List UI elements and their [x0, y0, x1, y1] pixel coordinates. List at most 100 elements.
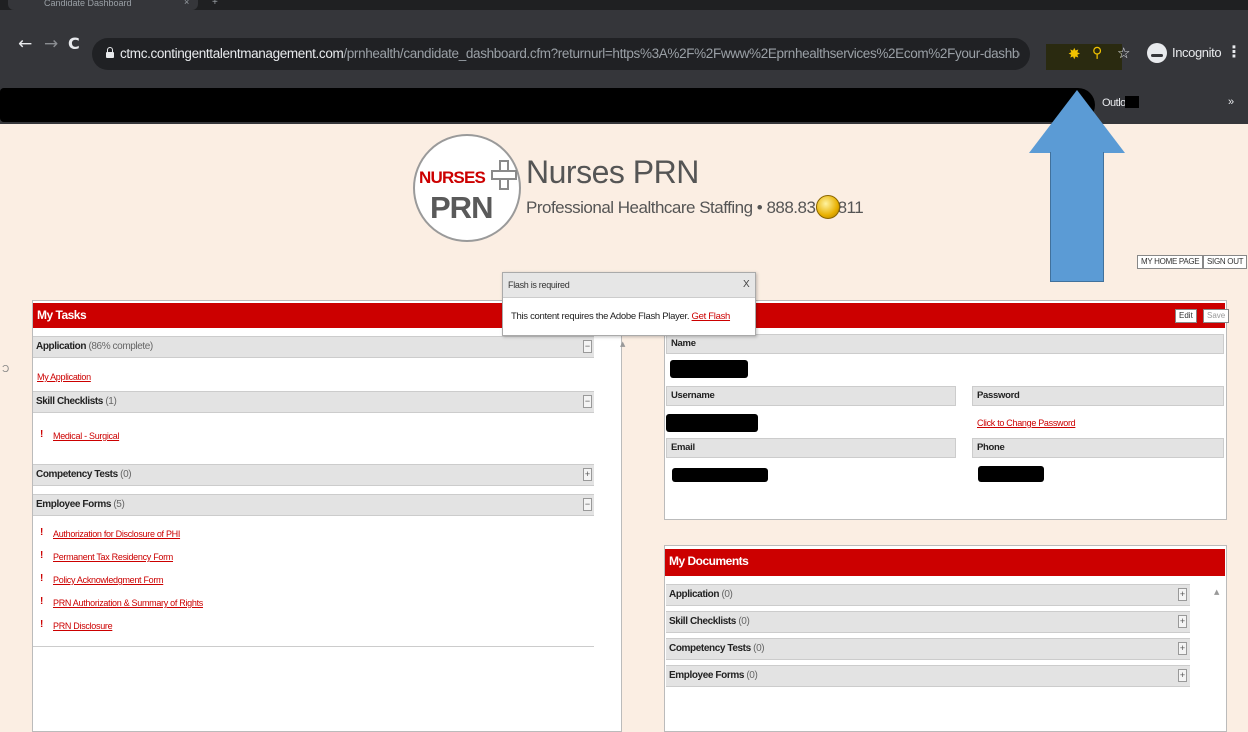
- annotation-arrow-shaft: [1050, 152, 1104, 282]
- password-label: Password: [972, 386, 1224, 406]
- logo-text-prn: PRN: [430, 190, 493, 225]
- name-label: Name: [666, 334, 1224, 354]
- section-count: (86% complete): [88, 341, 153, 352]
- sign-out-button[interactable]: SIGN OUT: [1203, 255, 1248, 269]
- forward-icon[interactable]: →: [44, 34, 58, 54]
- section-count: (0): [753, 643, 765, 654]
- tasks-section-skill-checklists[interactable]: Skill Checklists (1): [33, 391, 594, 413]
- alert-icon: !: [40, 550, 44, 561]
- scroll-up-icon[interactable]: ▲: [1214, 588, 1219, 596]
- section-label: Competency Tests: [669, 643, 751, 654]
- divider: [33, 646, 594, 647]
- docs-section-employee-forms[interactable]: Employee Forms (0): [666, 665, 1190, 687]
- form-link[interactable]: Policy Acknowledgment Form: [53, 575, 164, 585]
- form-link[interactable]: PRN Authorization & Summary of Rights: [53, 598, 203, 608]
- expand-icon[interactable]: +: [1178, 588, 1187, 601]
- my-application-link[interactable]: My Application: [37, 372, 91, 382]
- award-badge-icon: [816, 195, 840, 219]
- section-count: (0): [746, 670, 758, 681]
- edit-button[interactable]: Edit: [1175, 309, 1197, 323]
- docs-section-application[interactable]: Application (0): [666, 584, 1190, 606]
- form-link[interactable]: PRN Disclosure: [53, 621, 113, 631]
- alert-icon: !: [40, 619, 44, 630]
- phone-redacted: [978, 466, 1044, 482]
- brand-tagline: Professional Healthcare Staffing • 888.8…: [526, 198, 864, 217]
- plugin-blocked-icon[interactable]: ✸: [1068, 45, 1081, 63]
- close-icon[interactable]: X: [743, 279, 750, 290]
- bookmarks-overflow-icon[interactable]: »: [1228, 96, 1234, 108]
- collapse-icon[interactable]: −: [583, 340, 592, 353]
- docs-section-competency-tests[interactable]: Competency Tests (0): [666, 638, 1190, 660]
- left-edge-handle: Ͻ: [2, 364, 10, 375]
- brand-title: Nurses PRN: [526, 154, 699, 190]
- tasks-section-application[interactable]: Application (86% complete): [33, 336, 594, 358]
- username-redacted: [666, 414, 758, 432]
- reload-icon[interactable]: C: [68, 34, 80, 53]
- flash-message: This content requires the Adobe Flash Pl…: [511, 311, 730, 322]
- username-label: Username: [666, 386, 956, 406]
- skill-checklist-link[interactable]: Medical - Surgical: [53, 431, 119, 441]
- flash-dialog-title: Flash is required: [503, 273, 755, 298]
- alert-icon: !: [40, 596, 44, 607]
- section-count: (5): [113, 499, 125, 510]
- tab-close-icon[interactable]: ×: [184, 0, 189, 7]
- new-tab-icon[interactable]: +: [212, 0, 218, 8]
- my-tasks-panel: [32, 300, 622, 732]
- change-password-link[interactable]: Click to Change Password: [977, 418, 1076, 428]
- section-label: Skill Checklists: [36, 396, 103, 407]
- expand-icon[interactable]: +: [1178, 669, 1187, 682]
- alert-icon: !: [40, 573, 44, 584]
- flash-message-text: This content requires the Adobe Flash Pl…: [511, 311, 690, 322]
- email-redacted: [672, 468, 768, 482]
- section-label: Application: [669, 589, 720, 600]
- my-documents-header: My Documents: [665, 549, 1225, 576]
- logo-text-nurses: NURSES: [419, 168, 486, 187]
- zoom-icon[interactable]: ⚲: [1092, 45, 1102, 61]
- expand-icon[interactable]: +: [1178, 615, 1187, 628]
- url-host: ctmc.contingenttalentmanagement.com: [120, 46, 344, 61]
- lock-icon[interactable]: [106, 47, 114, 58]
- phone-label: Phone: [972, 438, 1224, 458]
- url-path: /prnhealth/candidate_dashboard.cfm?retur…: [343, 46, 1020, 61]
- screenshot-frame: Candidate Dashboard × + ← → C ctmc.conti…: [0, 0, 1248, 732]
- section-label: Employee Forms: [669, 670, 744, 681]
- tab-title: Candidate Dashboard: [44, 0, 132, 8]
- flash-blocked-highlight: [1046, 44, 1122, 70]
- incognito-label[interactable]: Incognito: [1172, 45, 1222, 60]
- flash-required-dialog: Flash is required X This content require…: [502, 272, 756, 336]
- url-text[interactable]: ctmc.contingenttalentmanagement.com/prnh…: [120, 44, 1020, 64]
- docs-section-skill-checklists[interactable]: Skill Checklists (0): [666, 611, 1190, 633]
- section-count: (0): [120, 469, 132, 480]
- redaction-mark: [1125, 96, 1139, 108]
- browser-menu-icon[interactable]: ⋮: [1226, 42, 1242, 61]
- incognito-icon[interactable]: [1147, 43, 1167, 63]
- tasks-section-competency-tests[interactable]: Competency Tests (0): [33, 464, 594, 486]
- my-home-page-button[interactable]: MY HOME PAGE: [1137, 255, 1204, 269]
- email-label: Email: [666, 438, 956, 458]
- tasks-section-employee-forms[interactable]: Employee Forms (5): [33, 494, 594, 516]
- collapse-icon[interactable]: −: [583, 395, 592, 408]
- section-label: Skill Checklists: [669, 616, 736, 627]
- collapse-icon[interactable]: −: [583, 498, 592, 511]
- name-redacted: [670, 360, 748, 378]
- form-link[interactable]: Permanent Tax Residency Form: [53, 552, 173, 562]
- back-icon[interactable]: ←: [18, 34, 32, 54]
- alert-icon: !: [40, 429, 44, 440]
- expand-icon[interactable]: +: [583, 468, 592, 481]
- medical-cross-icon: [491, 160, 517, 190]
- browser-tab[interactable]: Candidate Dashboard ×: [8, 0, 198, 10]
- annotation-arrow-head: [1029, 90, 1125, 153]
- section-label: Employee Forms: [36, 499, 111, 510]
- section-count: (0): [738, 616, 750, 627]
- section-label: Competency Tests: [36, 469, 118, 480]
- redaction-bar: [0, 88, 1095, 122]
- expand-icon[interactable]: +: [1178, 642, 1187, 655]
- get-flash-link[interactable]: Get Flash: [692, 311, 731, 322]
- section-count: (1): [105, 396, 117, 407]
- scroll-up-icon[interactable]: ▲: [620, 340, 625, 348]
- save-button[interactable]: Save: [1203, 309, 1230, 323]
- bookmark-star-icon[interactable]: ☆: [1117, 44, 1130, 62]
- form-link[interactable]: Authorization for Disclosure of PHI: [53, 529, 180, 539]
- tab-strip: Candidate Dashboard × +: [0, 0, 1248, 10]
- section-count: (0): [721, 589, 733, 600]
